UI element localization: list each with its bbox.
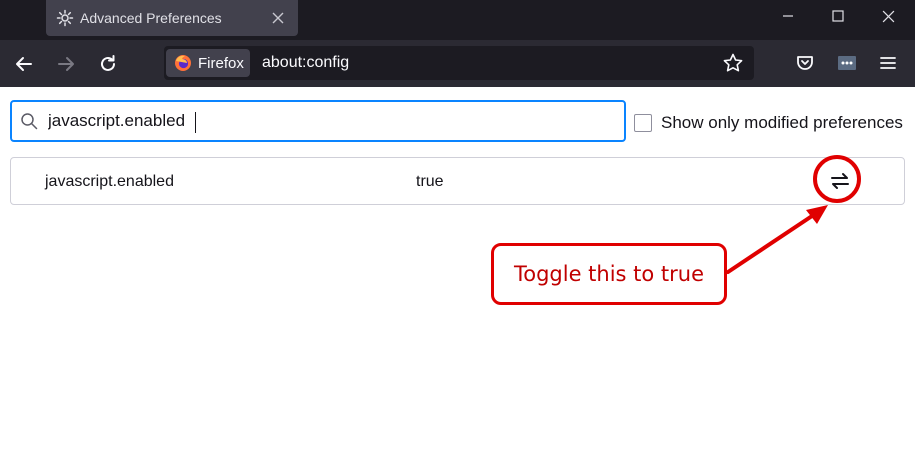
close-tab-icon[interactable] xyxy=(268,8,288,28)
forward-icon[interactable] xyxy=(53,51,79,77)
tab-advanced-preferences[interactable]: Advanced Preferences xyxy=(46,0,298,36)
close-window-icon[interactable] xyxy=(868,4,908,28)
show-modified-checkbox[interactable] xyxy=(634,114,652,132)
show-modified-label: Show only modified preferences xyxy=(661,113,903,132)
preference-name: javascript.enabled xyxy=(45,173,174,190)
preference-value: true xyxy=(416,173,444,190)
back-icon[interactable] xyxy=(11,51,37,77)
minimize-icon[interactable] xyxy=(768,4,808,28)
search-input[interactable] xyxy=(48,106,608,136)
identity-box[interactable]: Firefox xyxy=(166,49,250,77)
navigation-bar: Firefox about:config xyxy=(0,40,915,87)
pocket-icon[interactable] xyxy=(793,51,817,75)
show-modified-toggle[interactable]: Show only modified preferences xyxy=(634,110,903,136)
preference-row: javascript.enabled true xyxy=(10,157,905,205)
url-text[interactable]: about:config xyxy=(262,54,349,72)
toggle-icon xyxy=(829,170,851,192)
callout-text: Toggle this to true xyxy=(513,262,705,286)
firefox-logo-icon xyxy=(174,54,192,72)
search-icon xyxy=(20,112,38,130)
url-bar[interactable]: Firefox about:config xyxy=(164,46,754,80)
extensions-icon[interactable] xyxy=(835,51,859,75)
text-caret xyxy=(195,112,196,133)
title-bar: Advanced Preferences xyxy=(0,0,915,40)
tab-title: Advanced Preferences xyxy=(80,10,222,26)
menu-icon[interactable] xyxy=(876,51,900,75)
bookmark-star-icon[interactable] xyxy=(722,52,744,74)
gear-icon xyxy=(56,9,74,27)
maximize-icon[interactable] xyxy=(818,4,858,28)
toggle-button[interactable] xyxy=(823,164,857,198)
preference-search[interactable] xyxy=(10,100,626,142)
identity-label: Firefox xyxy=(198,54,244,72)
reload-icon[interactable] xyxy=(95,51,121,77)
annotation-callout: Toggle this to true xyxy=(491,243,727,305)
